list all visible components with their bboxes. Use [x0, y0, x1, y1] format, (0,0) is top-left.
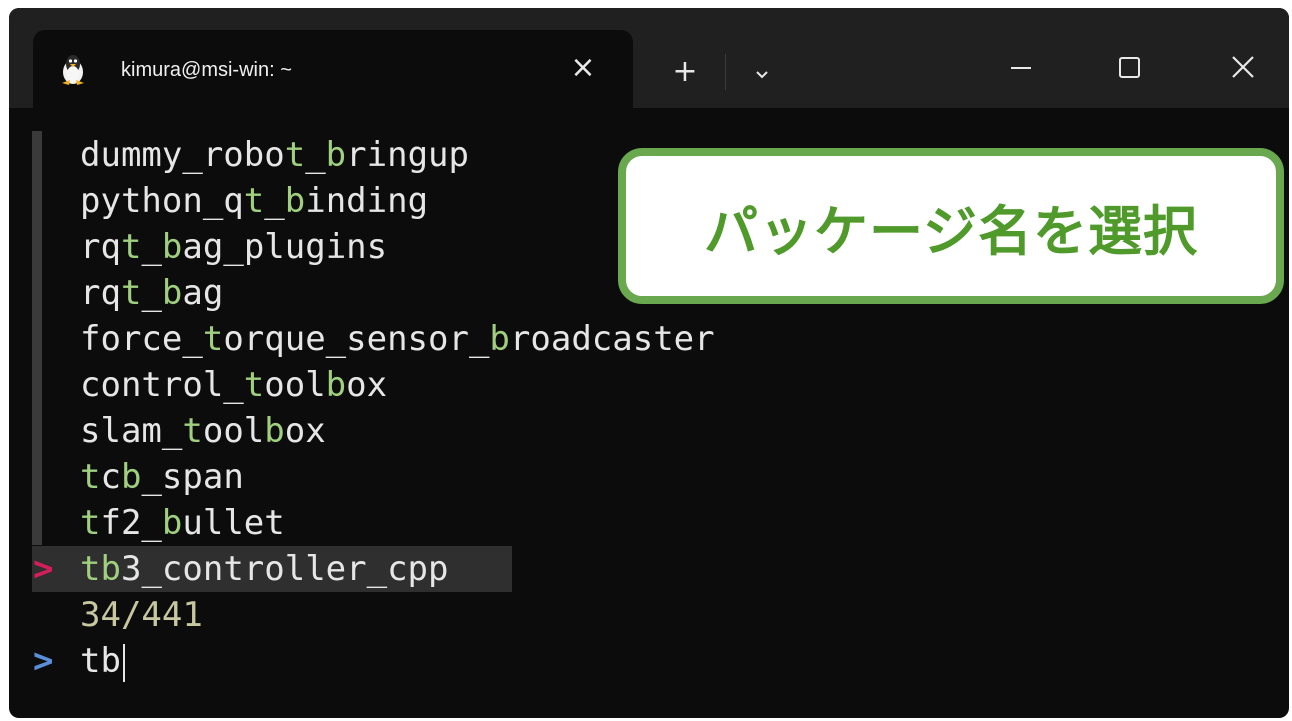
- list-item[interactable]: python_qt_binding: [80, 178, 428, 224]
- match-count: 34/441: [80, 595, 203, 635]
- item-text: _: [141, 273, 162, 313]
- item-text: ox: [346, 365, 388, 405]
- minimize-icon[interactable]: [999, 48, 1043, 88]
- match-char: t: [182, 411, 203, 451]
- item-text: _: [141, 227, 162, 267]
- item-text: _: [305, 135, 326, 175]
- close-tab-button[interactable]: ×: [563, 48, 603, 88]
- search-input[interactable]: tb: [80, 638, 125, 684]
- match-char: t: [284, 135, 306, 175]
- item-text: rq: [80, 227, 121, 267]
- new-tab-button[interactable]: +: [667, 54, 703, 90]
- item-text: rq: [80, 273, 121, 313]
- match-char: b: [325, 365, 347, 405]
- match-char: b: [325, 135, 347, 175]
- item-text: force_: [80, 319, 203, 359]
- match-char: b: [264, 411, 285, 451]
- item-text: ullet: [182, 503, 285, 543]
- close-icon[interactable]: [1221, 48, 1265, 88]
- match-char: b: [161, 273, 183, 313]
- match-char: t: [80, 549, 101, 589]
- tab-separator: [725, 54, 726, 90]
- item-text: orque_sensor_: [223, 319, 490, 359]
- list-scrollbar: [32, 131, 42, 545]
- item-text: ool: [264, 365, 326, 405]
- item-text: roadcaster: [509, 319, 715, 359]
- item-text: dummy_robo: [80, 135, 285, 175]
- close-tab-icon: ×: [570, 50, 596, 85]
- match-char: b: [284, 181, 306, 221]
- item-text: _: [264, 181, 285, 221]
- match-char: t: [202, 319, 224, 359]
- match-char: t: [243, 181, 265, 221]
- annotation-callout: パッケージ名を選択: [618, 148, 1284, 304]
- chevron-down-icon[interactable]: [747, 60, 777, 90]
- match-char: b: [120, 457, 142, 497]
- maximize-icon[interactable]: [1107, 48, 1151, 88]
- match-char: t: [120, 227, 142, 267]
- linux-penguin-icon: [62, 55, 84, 85]
- item-text: 3_controller_cpp: [120, 549, 449, 589]
- tab-active[interactable]: kimura@msi-win: ~ ×: [33, 30, 633, 108]
- match-char: t: [80, 457, 101, 497]
- item-text: ag: [182, 273, 224, 313]
- list-item[interactable]: rqt_bag_plugins: [80, 224, 387, 270]
- item-text: ool: [202, 411, 265, 451]
- item-text: python_q: [80, 181, 244, 221]
- title-bar: kimura@msi-win: ~ × +: [9, 8, 1289, 108]
- match-char: b: [489, 319, 510, 359]
- selected-marker: >: [33, 549, 54, 589]
- prompt-symbol: >: [33, 641, 54, 681]
- match-char: b: [161, 227, 183, 267]
- item-text: control_: [80, 365, 244, 405]
- callout-text: パッケージ名を選択: [704, 199, 1198, 263]
- list-item[interactable]: tcb_span: [80, 454, 244, 500]
- match-char: t: [120, 273, 142, 313]
- plus-icon: +: [672, 54, 698, 89]
- match-char: b: [161, 503, 183, 543]
- item-text: c: [100, 457, 121, 497]
- item-text: ox: [284, 411, 326, 451]
- item-text: ag_plugins: [182, 227, 388, 267]
- text-cursor: [122, 643, 125, 682]
- list-item[interactable]: tf2_bullet: [80, 500, 285, 546]
- item-text: _span: [141, 457, 244, 497]
- list-item-selected[interactable]: tb3_controller_cpp: [80, 546, 448, 592]
- item-text: ringup: [346, 135, 469, 175]
- terminal-window: kimura@msi-win: ~ × + dummy_robot_bringu…: [9, 8, 1289, 718]
- match-char: b: [100, 549, 121, 589]
- item-text: slam_: [80, 411, 183, 451]
- list-item[interactable]: dummy_robot_bringup: [80, 132, 469, 178]
- list-item[interactable]: rqt_bag: [80, 270, 223, 316]
- list-item[interactable]: control_toolbox: [80, 362, 387, 408]
- match-char: t: [243, 365, 265, 405]
- list-item[interactable]: slam_toolbox: [80, 408, 326, 454]
- match-char: t: [80, 503, 101, 543]
- item-text: f2_: [100, 503, 162, 543]
- tab-title: kimura@msi-win: ~: [121, 59, 292, 81]
- list-item[interactable]: force_torque_sensor_broadcaster: [80, 316, 715, 362]
- query-text: tb: [80, 641, 121, 681]
- item-text: inding: [305, 181, 429, 221]
